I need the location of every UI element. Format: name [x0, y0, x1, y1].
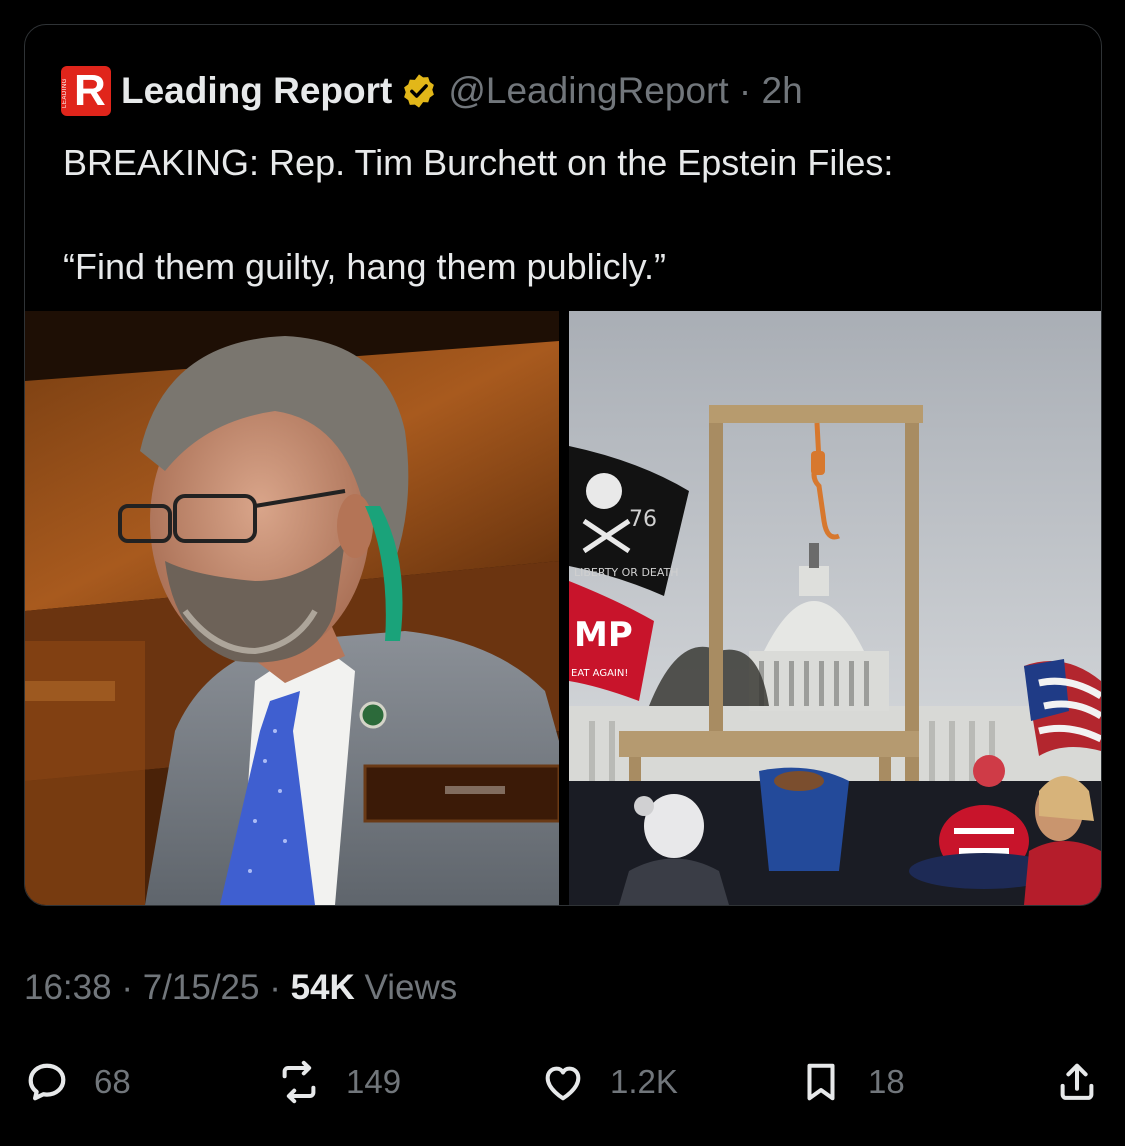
repost-count: 149: [346, 1063, 402, 1100]
meta-separator: ·: [259, 968, 291, 1007]
post-time[interactable]: 16:38: [24, 968, 112, 1008]
repost-icon: [282, 1060, 316, 1104]
reply-button[interactable]: 68: [24, 1052, 131, 1112]
red-flag-text: MP: [574, 615, 633, 655]
author-name[interactable]: Leading Report: [121, 70, 392, 112]
post-text-quote: “Find them guilty, hang them publicly.”: [63, 246, 666, 287]
post-media: LIBERTY OR DEATH 76 MP EAT AGAIN!: [25, 311, 1101, 905]
meta-space: [355, 968, 365, 1008]
views-count: 54K: [290, 968, 355, 1007]
like-button[interactable]: 1.2K: [540, 1052, 678, 1112]
verified-badge-icon: [404, 74, 435, 108]
quoted-post-card[interactable]: LEADING R Leading Report @LeadingReport …: [24, 24, 1102, 906]
author-handle-time[interactable]: @LeadingReport · 2h: [448, 70, 802, 112]
post-text-line: BREAKING: Rep. Tim Burchett on the Epste…: [63, 142, 894, 183]
post-meta: 16:38 · 7/15/25 · 54K Views: [24, 968, 457, 1008]
like-count: 1.2K: [610, 1063, 678, 1100]
meta-separator: ·: [111, 968, 143, 1007]
red-flag-subtext: EAT AGAIN!: [571, 668, 628, 679]
quoted-post-text: BREAKING: Rep. Tim Burchett on the Epste…: [63, 137, 1071, 293]
action-bar: 68 149 1.2K 18: [24, 1052, 1104, 1112]
bookmark-icon: [807, 1063, 835, 1101]
pirate-flag-number: 76: [629, 507, 657, 532]
pirate-flag-text: LIBERTY OR DEATH: [574, 566, 679, 579]
logo-letter: R: [74, 66, 106, 115]
congressman-photo[interactable]: [25, 311, 559, 905]
share-icon: [1060, 1063, 1094, 1100]
bookmark-count: 18: [868, 1063, 905, 1100]
post-date[interactable]: 7/15/25: [143, 968, 260, 1008]
logo-small-text: LEADING: [62, 78, 68, 108]
reply-count: 68: [94, 1063, 131, 1100]
repost-button[interactable]: 149: [276, 1052, 401, 1112]
share-button[interactable]: [1054, 1052, 1100, 1112]
quoted-post-header: LEADING R Leading Report @LeadingReport …: [61, 61, 1081, 121]
reply-icon: [28, 1063, 66, 1101]
leading-report-logo[interactable]: LEADING R: [61, 66, 111, 116]
heart-icon: [545, 1066, 581, 1101]
capitol-gallows-photo[interactable]: LIBERTY OR DEATH 76 MP EAT AGAIN!: [569, 311, 1101, 905]
bookmark-button[interactable]: 18: [798, 1052, 905, 1112]
views-label: Views: [364, 968, 458, 1007]
